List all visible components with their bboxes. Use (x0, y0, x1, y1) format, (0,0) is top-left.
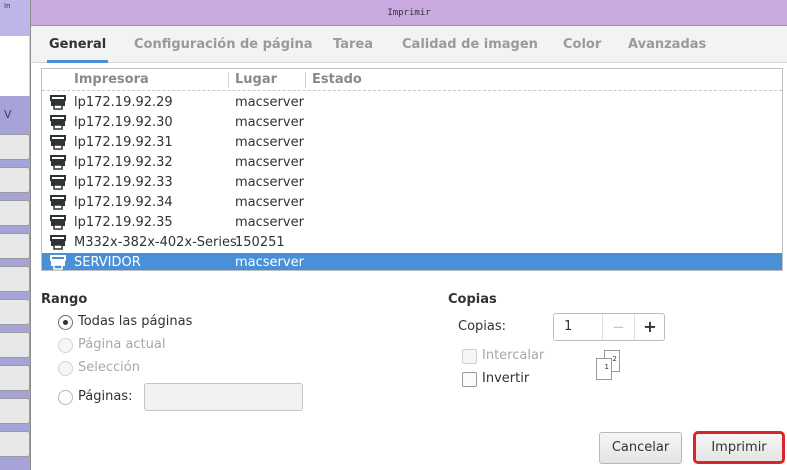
printer-icon (50, 95, 66, 110)
tab-advanced[interactable]: Avanzadas (628, 26, 706, 63)
column-separator (228, 72, 229, 88)
radio-label: Página actual (78, 337, 166, 352)
printer-icon (50, 255, 66, 270)
background-window-panel (0, 36, 30, 96)
background-button[interactable] (0, 365, 30, 391)
tab-bar: General Configuración de página Tarea Ca… (31, 26, 787, 63)
sheet-number: 2 (612, 355, 617, 363)
printer-name: lp172.19.92.34 (74, 195, 173, 210)
printer-location: macserver (235, 215, 304, 230)
checkbox-label: Intercalar (482, 348, 545, 363)
printer-location: macserver (235, 135, 304, 150)
background-button[interactable] (0, 167, 30, 193)
tab-label: Calidad de imagen (402, 37, 538, 52)
printer-location: macserver (235, 195, 304, 210)
radio-button[interactable] (58, 338, 73, 353)
printer-name: lp172.19.92.30 (74, 115, 173, 130)
background-button[interactable] (0, 431, 30, 457)
printer-row[interactable]: M332x-382x-402x-Series 150251 (42, 233, 782, 253)
tab-general[interactable]: General (47, 26, 109, 63)
copies-label: Copias: (458, 319, 507, 334)
radio-button[interactable] (58, 315, 73, 330)
background-button[interactable] (0, 233, 30, 259)
printer-name: SERVIDOR (74, 255, 141, 270)
copies-value[interactable]: 1 (564, 319, 572, 334)
printer-location: macserver (235, 175, 304, 190)
decrement-button[interactable]: − (602, 314, 634, 340)
printer-icon (50, 195, 66, 210)
background-window-tag: In (4, 2, 11, 10)
radio-label: Páginas: (78, 389, 133, 404)
printer-icon (50, 175, 66, 190)
copies-title: Copias (448, 292, 497, 307)
checkbox[interactable] (462, 372, 477, 387)
printer-list[interactable]: Impresora Lugar Estado lp172.19.92.29 ma… (41, 68, 783, 271)
radio-button[interactable] (58, 390, 73, 405)
printer-row[interactable]: lp172.19.92.33 macserver (42, 173, 782, 193)
printer-location: macserver (235, 255, 304, 270)
printer-location: 150251 (235, 235, 285, 250)
printer-location: macserver (235, 155, 304, 170)
tab-job[interactable]: Tarea (333, 26, 373, 63)
checkbox[interactable] (462, 349, 477, 364)
printer-row[interactable]: lp172.19.92.35 macserver (42, 213, 782, 233)
printer-icon (50, 215, 66, 230)
background-window-letter: V (4, 108, 12, 121)
background-button[interactable] (0, 299, 30, 325)
printer-row[interactable]: lp172.19.92.32 macserver (42, 153, 782, 173)
range-title: Rango (41, 292, 88, 307)
print-button[interactable]: Imprimir (693, 431, 785, 464)
background-button[interactable] (0, 398, 30, 424)
column-header-printer[interactable]: Impresora (74, 72, 149, 87)
print-dialog: Imprimir General Configuración de página… (30, 0, 787, 470)
printer-name: M332x-382x-402x-Series (74, 235, 237, 250)
printer-icon (50, 155, 66, 170)
tab-label: General (49, 37, 107, 52)
printer-name: lp172.19.92.31 (74, 135, 173, 150)
pages-input[interactable] (144, 383, 303, 411)
copies-spinner[interactable]: 1 − + (553, 313, 665, 341)
background-button[interactable] (0, 332, 30, 358)
printer-list-header: Impresora Lugar Estado (42, 69, 782, 91)
printer-name: lp172.19.92.33 (74, 175, 173, 190)
printer-row-selected[interactable]: SERVIDOR macserver (42, 253, 782, 270)
tab-page-setup[interactable]: Configuración de página (134, 26, 313, 63)
tab-label: Color (563, 37, 602, 52)
printer-name: lp172.19.92.29 (74, 95, 173, 110)
background-button[interactable] (0, 266, 30, 292)
tab-image-quality[interactable]: Calidad de imagen (402, 26, 538, 63)
checkbox-label: Invertir (482, 371, 530, 386)
column-header-location[interactable]: Lugar (235, 72, 277, 87)
tab-label: Tarea (333, 37, 373, 52)
printer-row[interactable]: lp172.19.92.30 macserver (42, 113, 782, 133)
printer-location: macserver (235, 95, 304, 110)
printer-icon (50, 235, 66, 250)
tab-color[interactable]: Color (563, 26, 601, 63)
sheet-number: 1 (604, 363, 609, 371)
cancel-button[interactable]: Cancelar (599, 432, 682, 464)
tab-label: Configuración de página (134, 37, 313, 52)
radio-button[interactable] (58, 361, 73, 376)
printer-icon (50, 115, 66, 130)
background-button[interactable] (0, 200, 30, 226)
radio-label: Selección (78, 360, 140, 375)
increment-button[interactable]: + (634, 314, 665, 340)
column-separator (305, 72, 306, 88)
radio-label: Todas las páginas (78, 314, 193, 329)
background-window: In V (0, 0, 30, 470)
printer-name: lp172.19.92.32 (74, 155, 173, 170)
printer-location: macserver (235, 115, 304, 130)
printer-row[interactable]: lp172.19.92.29 macserver (42, 93, 782, 113)
tab-label: Avanzadas (628, 37, 707, 52)
column-header-status[interactable]: Estado (312, 72, 362, 87)
page-sheet-icon: 1 (596, 358, 612, 380)
dialog-titlebar[interactable]: Imprimir (31, 0, 787, 26)
printer-name: lp172.19.92.35 (74, 215, 173, 230)
background-button[interactable] (0, 134, 30, 160)
active-tab-indicator (47, 60, 109, 63)
printer-icon (50, 135, 66, 150)
collate-preview-icon: 2 1 (594, 350, 624, 384)
printer-row[interactable]: lp172.19.92.34 macserver (42, 193, 782, 213)
printer-row[interactable]: lp172.19.92.31 macserver (42, 133, 782, 153)
